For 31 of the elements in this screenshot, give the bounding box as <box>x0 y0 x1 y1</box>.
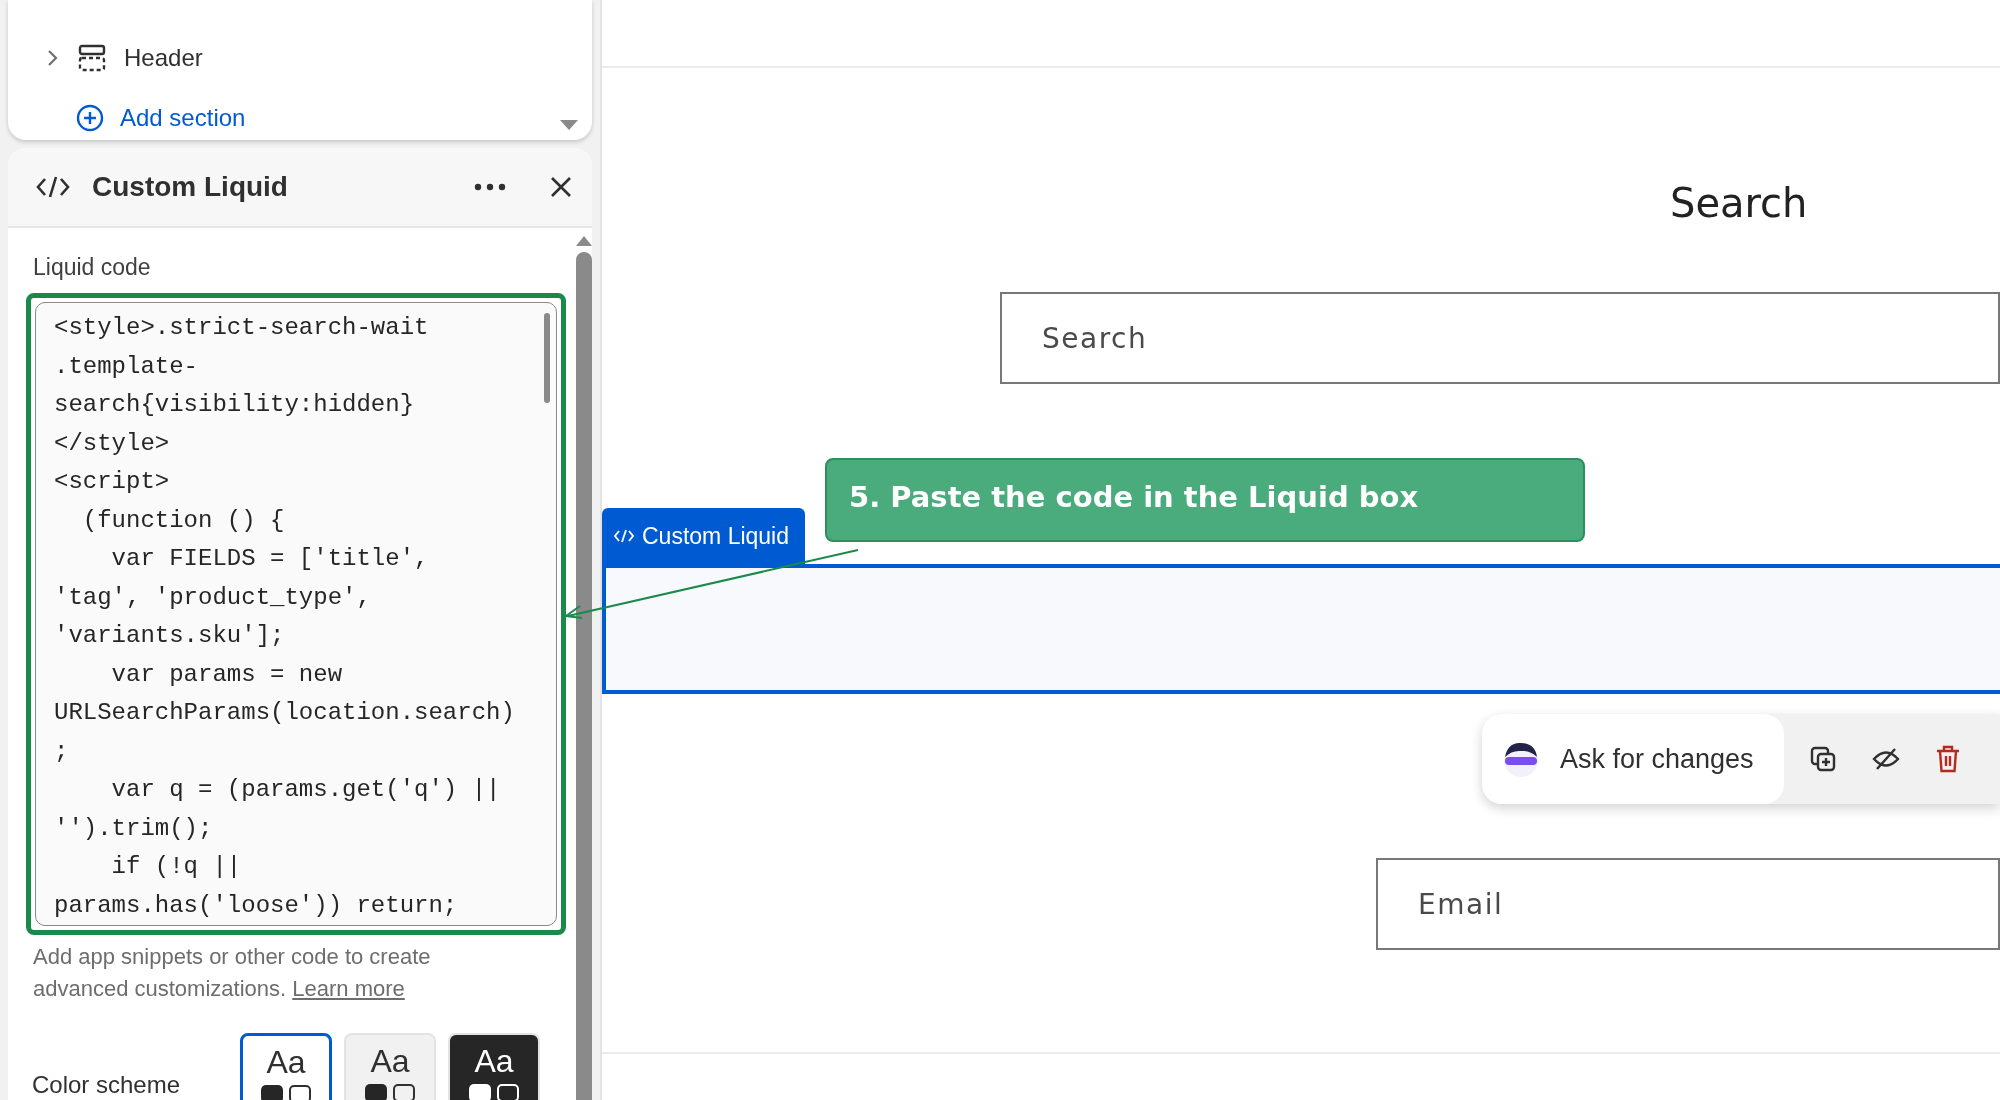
chevron-right-icon[interactable] <box>46 48 60 68</box>
block-tag[interactable]: Custom Liquid <box>602 508 806 564</box>
hide-icon[interactable] <box>1871 746 1900 772</box>
color-scheme-option[interactable]: Aa <box>240 1033 332 1100</box>
code-icon <box>614 528 634 544</box>
add-icon[interactable] <box>76 104 104 132</box>
scroll-down-icon[interactable] <box>560 120 578 130</box>
color-scheme-option[interactable]: Aa <box>344 1033 436 1100</box>
close-icon[interactable] <box>550 176 572 198</box>
callout: 5. Paste the code in the Liquid box <box>825 458 1586 542</box>
selected-block[interactable] <box>602 564 2000 694</box>
code-icon <box>36 174 70 200</box>
add-section-link[interactable]: Add section <box>120 104 246 132</box>
delete-icon[interactable] <box>1935 745 1960 773</box>
section-item[interactable]: Header <box>124 44 203 72</box>
duplicate-icon[interactable] <box>1809 746 1836 772</box>
scroll-up-icon[interactable] <box>576 236 592 246</box>
ask-for-changes-button[interactable]: Ask for changes <box>1482 714 1784 804</box>
search-field[interactable]: Search <box>1000 292 2000 384</box>
help-text: Add app snippets or other code to create advanced customizations. Learn more <box>33 943 432 1003</box>
color-scheme-label: Color scheme <box>32 1071 182 1099</box>
color-scheme-option[interactable]: Aa <box>448 1033 540 1100</box>
email-field[interactable]: Email <box>1376 858 2000 950</box>
learn-more-link[interactable]: Learn more <box>292 976 405 1001</box>
field-label: Liquid code <box>33 254 152 281</box>
code-field[interactable]: <style>.strict-search-wait .template- search{visibility:hidden} </style> <script> (function () { var FIELDS = ['title', 'tag', 'product_type', 'variants.sku']; var params = new URLSearchParams(location.search) ; var q = (params.get('q') || '').trim(); if (!q || params.has('loose')) return; <box>35 302 557 926</box>
avatar-icon <box>1502 740 1540 778</box>
more-icon[interactable] <box>474 183 506 191</box>
section-icon <box>78 44 106 72</box>
panel-title: Custom Liquid <box>92 171 289 203</box>
search-heading: Search <box>1670 180 1809 226</box>
